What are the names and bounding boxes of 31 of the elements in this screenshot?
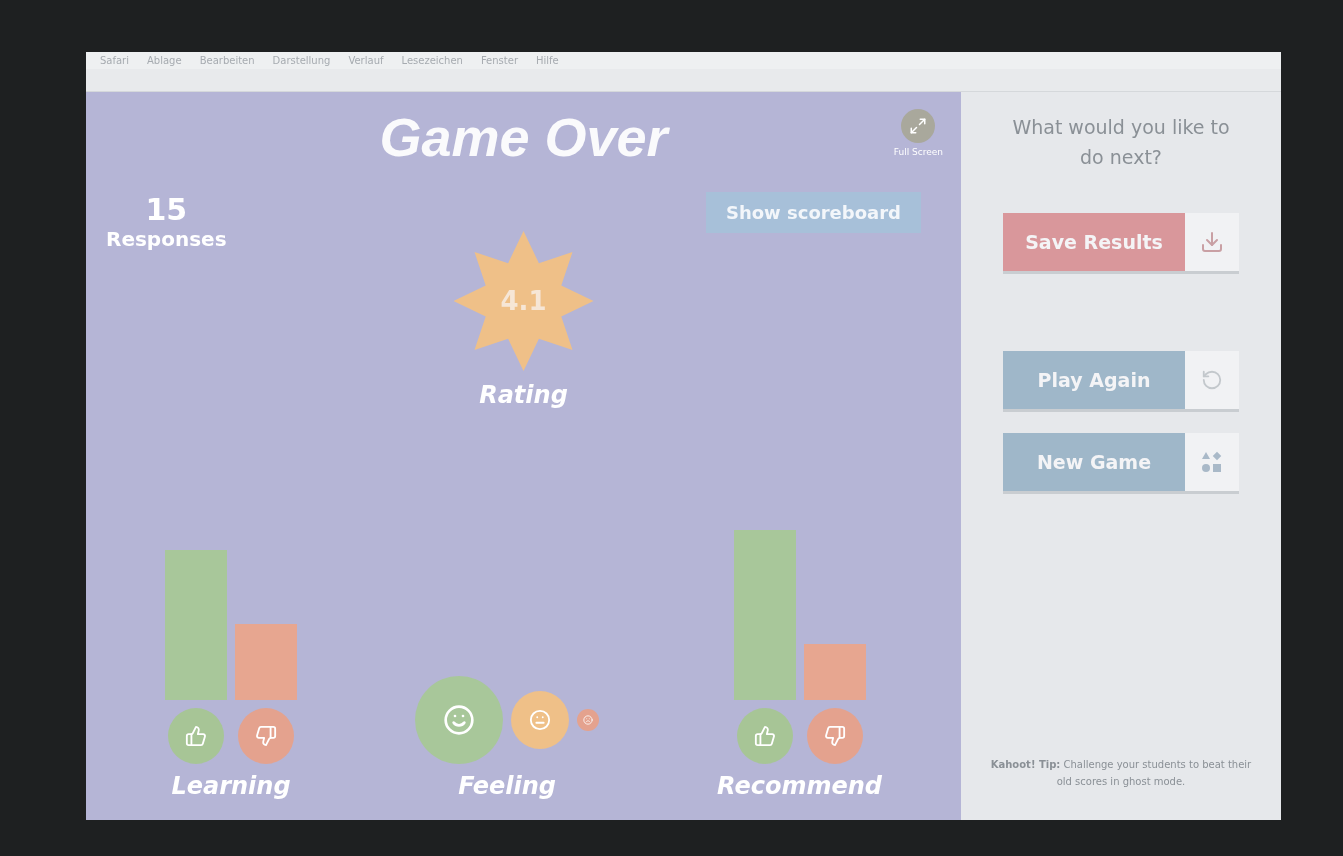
play-again-button[interactable]: Play Again (1003, 350, 1239, 409)
response-count: 15 (145, 192, 188, 227)
replay-icon (1201, 368, 1223, 391)
rating-badge: 4.1 (453, 231, 594, 371)
shapes-icon (1201, 450, 1223, 473)
rating-label: Rating (479, 381, 568, 409)
game-title: Game Over (379, 106, 668, 168)
metric-label: Recommend (717, 772, 882, 800)
save-results-button[interactable]: Save Results (1003, 212, 1239, 271)
tip-text: Kahoot! Tip: Challenge your students to beat their old scores in ghost mode. (989, 758, 1253, 789)
responses-label: Responses (106, 227, 227, 251)
full-screen-button[interactable]: Full Screen (887, 108, 949, 158)
thumbs-down-icon (238, 708, 294, 764)
new-game-button[interactable]: New Game (1003, 432, 1239, 491)
metric-label: Learning (171, 772, 291, 800)
metric-label: Feeling (458, 772, 556, 800)
next-prompt: What would you like to do next? (1011, 115, 1231, 171)
thumbs-up-icon (168, 708, 224, 764)
menu-item[interactable]: Verlauf (348, 55, 384, 66)
menu-item[interactable]: Hilfe (536, 55, 559, 66)
bar (803, 644, 866, 700)
menu-item[interactable]: Bearbeiten (199, 55, 255, 66)
menu-item[interactable]: Darstellung (272, 55, 331, 66)
menu-item[interactable]: Safari (100, 55, 129, 66)
frown-icon (577, 709, 600, 731)
menu-item[interactable]: Ablage (147, 55, 182, 66)
scoreboard-button[interactable]: Show scoreboard (705, 192, 921, 233)
expand-icon (901, 109, 936, 143)
menu-item[interactable]: Fenster (480, 55, 518, 66)
download-icon (1200, 229, 1224, 254)
menu-item[interactable]: Lesezeichen (401, 55, 463, 66)
